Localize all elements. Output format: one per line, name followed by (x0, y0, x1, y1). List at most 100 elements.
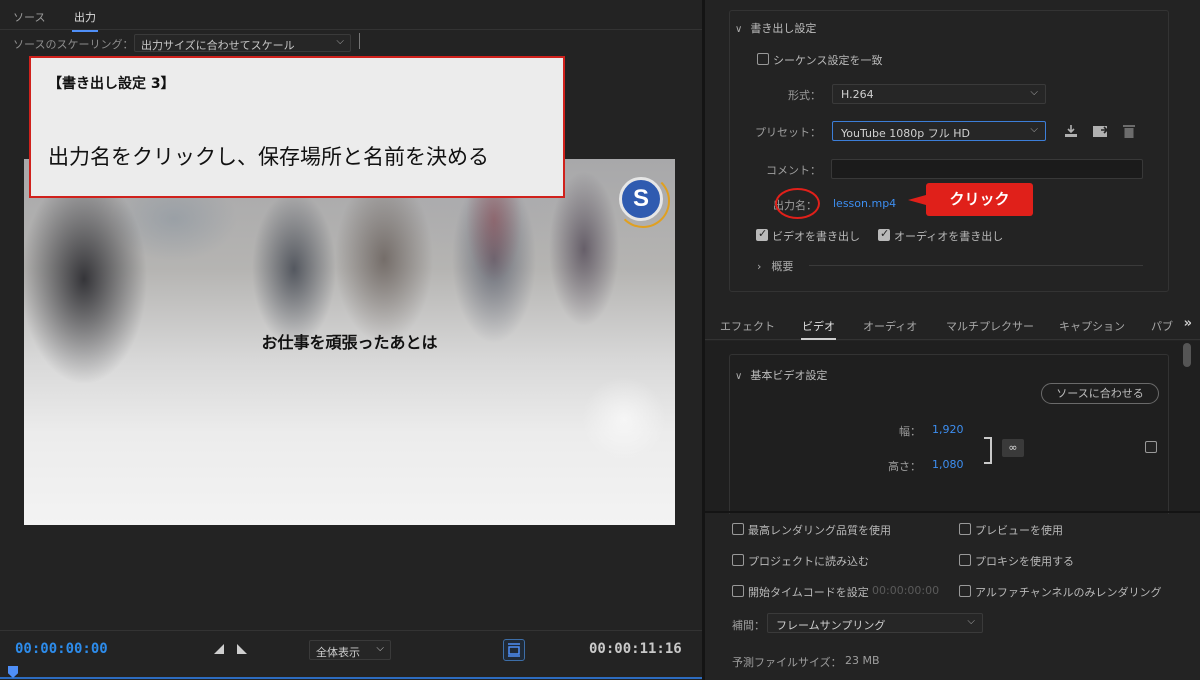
match-sequence-checkbox[interactable] (757, 53, 769, 65)
current-timecode[interactable]: 00:00:00:00 (15, 641, 108, 657)
settings-tabs: エフェクト ビデオ オーディオ マルチプレクサー キャプション パブ » (705, 312, 1200, 340)
chevron-down-icon: ⌵ (1030, 124, 1038, 135)
source-scaling-select[interactable]: 出力サイズに合わせてスケール ⌵ (134, 34, 351, 52)
export-audio-checkbox[interactable] (878, 227, 890, 241)
height-label: 高さ： (888, 460, 921, 473)
tutorial-overlay: 【書き出し設定 3】 出力名をクリックし、保存場所と名前を決める (29, 56, 565, 198)
interpolation-value: フレームサンプリング (776, 619, 886, 632)
alpha-only-checkbox[interactable] (959, 585, 971, 597)
tab-publish[interactable]: パブ (1151, 318, 1173, 334)
tab-captions[interactable]: キャプション (1059, 318, 1125, 334)
export-settings-title: 書き出し設定 (750, 22, 817, 35)
preset-label: プリセット： (755, 126, 821, 139)
more-tabs-icon[interactable]: » (1184, 316, 1192, 331)
overlay-title: 【書き出し設定 3】 (48, 76, 175, 92)
use-proxies-checkbox[interactable] (959, 554, 971, 566)
chevron-down-icon: ⌵ (336, 36, 344, 47)
divider (359, 33, 360, 49)
use-previews-checkbox[interactable] (959, 523, 971, 535)
source-monitor-pane: ソース 出力 ソースのスケーリング： 出力サイズに合わせてスケール ⌵ S お仕… (0, 0, 702, 680)
summary-label: 概要 (771, 260, 794, 273)
tab-video[interactable]: ビデオ (801, 318, 836, 340)
start-timecode-value: 00:00:00:00 (872, 584, 940, 597)
import-preset-button[interactable] (1092, 123, 1110, 141)
trash-icon (1123, 125, 1135, 138)
playback-bar: 00:00:00:00 全体表示 ⌵ 00:00:11:16 (0, 630, 702, 680)
max-quality-label: 最高レンダリング品質を使用 (748, 524, 891, 537)
estimated-size-value: 23 MB (845, 654, 880, 667)
delete-preset-button[interactable] (1120, 123, 1138, 141)
highlight-circle (775, 188, 820, 219)
video-caption: お仕事を頑張ったあとは (261, 333, 438, 352)
start-timecode-label: 開始タイムコードを設定 (748, 586, 869, 599)
source-scaling-value: 出力サイズに合わせてスケール (141, 39, 295, 52)
format-label: 形式： (788, 89, 821, 102)
width-value[interactable]: 1,920 (932, 423, 964, 436)
duration-timecode: 00:00:11:16 (589, 641, 682, 657)
mark-out-icon[interactable] (236, 643, 248, 655)
tab-multiplexer[interactable]: マルチプレクサー (946, 318, 1034, 334)
comment-label: コメント： (766, 164, 821, 177)
mark-in-icon[interactable] (213, 643, 225, 655)
width-label: 幅： (899, 425, 921, 438)
estimated-size-label: 予測ファイルサイズ： (732, 656, 842, 669)
preset-value: YouTube 1080p フル HD (841, 127, 970, 140)
divider (809, 265, 1143, 266)
match-sequence-label: シーケンス設定を一致 (773, 54, 883, 67)
export-settings-header[interactable]: ∨ 書き出し設定 (735, 20, 816, 36)
export-frame-button[interactable] (503, 639, 525, 661)
tab-output[interactable]: 出力 (72, 9, 98, 32)
export-video-checkbox[interactable] (756, 227, 768, 241)
height-value[interactable]: 1,080 (932, 458, 964, 471)
video-settings-panel: ∨ 基本ビデオ設定 ソースに合わせる 幅： 1,920 高さ： 1,080 ∞ (705, 341, 1200, 514)
fit-value: 全体表示 (316, 646, 360, 659)
custom-size-checkbox[interactable] (1145, 441, 1157, 453)
panel-divider[interactable] (705, 511, 1200, 513)
output-name-link[interactable]: lesson.mp4 (833, 197, 896, 210)
max-quality-checkbox[interactable] (732, 523, 744, 535)
import-project-label: プロジェクトに読み込む (748, 555, 869, 568)
interpolation-label: 補間： (732, 619, 765, 632)
chevron-down-icon: ⌵ (967, 616, 975, 627)
import-project-checkbox[interactable] (732, 554, 744, 566)
start-timecode-checkbox[interactable] (732, 585, 744, 597)
import-preset-icon (1093, 126, 1109, 137)
use-proxies-label: プロキシを使用する (975, 555, 1074, 568)
tab-source[interactable]: ソース (13, 9, 45, 25)
chevron-right-icon: › (757, 260, 762, 273)
basic-video-title: 基本ビデオ設定 (750, 369, 828, 382)
export-settings-pane: ∨ 書き出し設定 シーケンス設定を一致 形式： H.264 ⌵ プリセット： Yo… (705, 0, 1200, 680)
interpolation-select[interactable]: フレームサンプリング ⌵ (767, 613, 983, 633)
export-video-label: ビデオを書き出し (772, 230, 860, 243)
fit-select[interactable]: 全体表示 ⌵ (309, 640, 391, 660)
chevron-down-icon: ⌵ (376, 643, 384, 654)
export-audio-label: オーディオを書き出し (894, 230, 1004, 243)
scrollbar[interactable] (1183, 343, 1191, 367)
chevron-down-icon: ⌵ (1030, 87, 1038, 98)
save-preset-button[interactable] (1062, 123, 1080, 141)
link-aspect-icon[interactable]: ∞ (1002, 439, 1024, 457)
aspect-bracket (984, 437, 992, 464)
format-value: H.264 (841, 88, 874, 101)
click-callout: クリック (908, 183, 1033, 216)
channel-logo: S (616, 174, 670, 228)
chevron-down-icon: ∨ (735, 371, 743, 382)
preset-select[interactable]: YouTube 1080p フル HD ⌵ (832, 121, 1046, 141)
monitor-tabs: ソース 出力 (0, 0, 702, 32)
use-previews-label: プレビューを使用 (975, 524, 1063, 537)
basic-video-header[interactable]: ∨ 基本ビデオ設定 (735, 367, 827, 383)
summary-toggle[interactable]: › 概要 (757, 258, 793, 274)
comment-input[interactable] (831, 159, 1143, 179)
chevron-down-icon: ∨ (735, 24, 743, 35)
save-preset-icon (1065, 125, 1077, 137)
tab-audio[interactable]: オーディオ (863, 318, 917, 334)
match-source-button[interactable]: ソースに合わせる (1041, 383, 1159, 404)
source-scaling-row: ソースのスケーリング： 出力サイズに合わせてスケール ⌵ (0, 33, 702, 53)
alpha-only-label: アルファチャンネルのみレンダリング (975, 586, 1162, 599)
format-select[interactable]: H.264 ⌵ (832, 84, 1046, 104)
tab-effects[interactable]: エフェクト (720, 318, 775, 334)
source-scaling-label: ソースのスケーリング： (13, 38, 134, 51)
export-frame-icon (508, 643, 520, 657)
overlay-instruction: 出力名をクリックし、保存場所と名前を決める (48, 145, 489, 169)
timeline-track[interactable] (0, 677, 702, 679)
